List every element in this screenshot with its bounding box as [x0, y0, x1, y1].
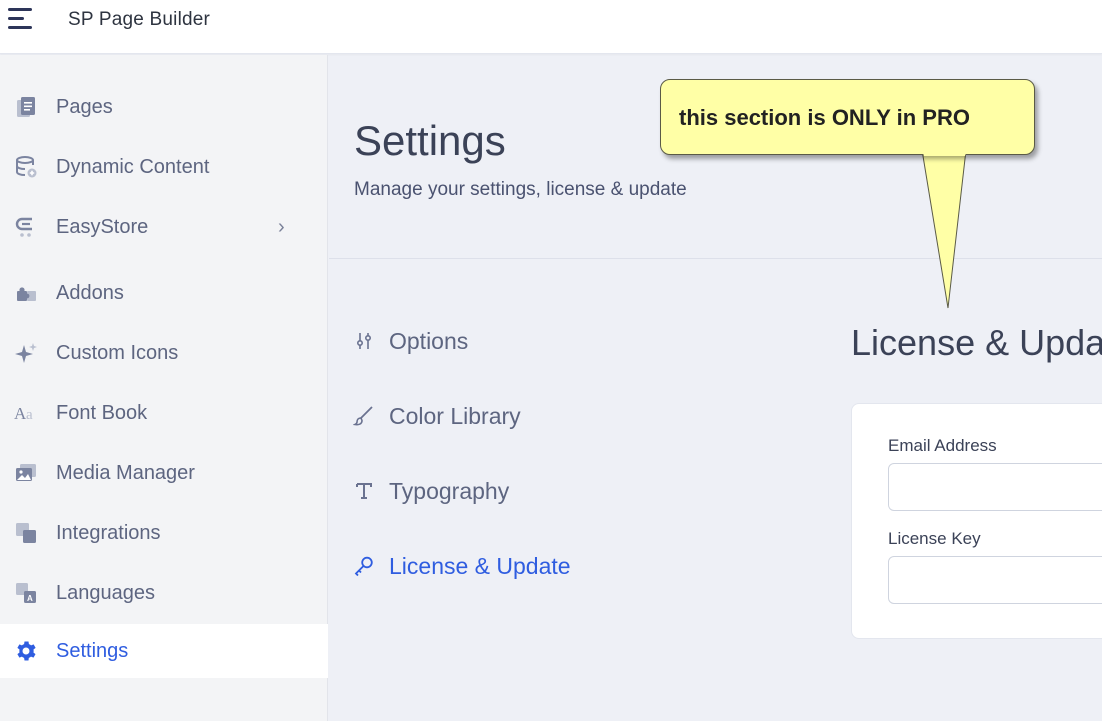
sidebar-item-label: EasyStore — [56, 215, 149, 238]
brush-icon — [353, 405, 375, 427]
sidebar-item-label: Custom Icons — [56, 341, 179, 364]
sidebar-item-label: Dynamic Content — [56, 155, 210, 178]
sidebar-item-label: Integrations — [56, 521, 161, 544]
sidebar-item-custom-icons[interactable]: Custom Icons — [0, 326, 328, 380]
gear-icon — [12, 637, 40, 665]
sidebar-item-pages[interactable]: Pages — [0, 80, 328, 134]
top-bar: SP Page Builder — [0, 0, 1102, 54]
sidebar-item-label: Pages — [56, 95, 113, 118]
sliders-icon — [353, 330, 375, 352]
tab-label: Typography — [389, 477, 510, 504]
key-icon — [353, 555, 375, 577]
sidebar-item-settings[interactable]: Settings — [0, 624, 328, 678]
license-key-label: License Key — [888, 529, 981, 548]
license-key-field[interactable] — [888, 556, 1102, 604]
integrations-icon — [12, 519, 40, 547]
sidebar-item-addons[interactable]: Addons — [0, 266, 328, 320]
chevron-right-icon[interactable]: › — [278, 216, 285, 239]
svg-text:A: A — [27, 594, 33, 603]
font-icon: A a — [12, 399, 40, 427]
sidebar-item-label: Font Book — [56, 401, 148, 424]
sidebar-item-easystore[interactable]: EasyStore › — [0, 200, 328, 254]
email-label: Email Address — [888, 436, 997, 455]
tab-typography[interactable]: Typography — [353, 473, 509, 509]
email-field[interactable] — [888, 463, 1102, 511]
tab-label: Options — [389, 327, 469, 354]
language-icon: A — [12, 579, 40, 607]
puzzle-icon — [12, 279, 40, 307]
sidebar: Pages Dynamic Content EasyStore › Addons… — [0, 55, 328, 721]
page-subtitle: Manage your settings, license & update — [354, 179, 687, 200]
sidebar-item-label: Settings — [56, 639, 129, 662]
svg-text:a: a — [26, 407, 33, 423]
tab-color-library[interactable]: Color Library — [353, 398, 521, 434]
easystore-icon — [12, 213, 40, 241]
sidebar-item-dynamic-content[interactable]: Dynamic Content — [0, 140, 328, 194]
section-title: License & Upda — [851, 322, 1102, 363]
license-card: Email Address License Key — [851, 403, 1102, 639]
app-title: SP Page Builder — [68, 9, 211, 30]
callout-text: this section is ONLY in PRO — [679, 105, 970, 130]
sidebar-item-font-book[interactable]: A a Font Book — [0, 386, 328, 440]
tab-options[interactable]: Options — [353, 323, 468, 359]
sidebar-item-label: Languages — [56, 581, 155, 604]
image-icon — [12, 459, 40, 487]
pro-callout: this section is ONLY in PRO — [660, 79, 1035, 155]
sidebar-item-label: Addons — [56, 281, 124, 304]
hamburger-menu-icon[interactable] — [8, 8, 34, 30]
sidebar-item-languages[interactable]: A Languages — [0, 566, 328, 620]
sidebar-item-label: Media Manager — [56, 461, 195, 484]
pages-icon — [12, 93, 40, 121]
tab-label: Color Library — [389, 402, 521, 429]
sidebar-item-media-manager[interactable]: Media Manager — [0, 446, 328, 500]
tab-license-update[interactable]: License & Update — [353, 548, 571, 584]
typography-icon — [353, 480, 375, 502]
tab-label: License & Update — [389, 552, 571, 579]
sparkle-icon — [12, 339, 40, 367]
sidebar-item-integrations[interactable]: Integrations — [0, 506, 328, 560]
page-title: Settings — [354, 117, 506, 164]
database-icon — [12, 153, 40, 181]
